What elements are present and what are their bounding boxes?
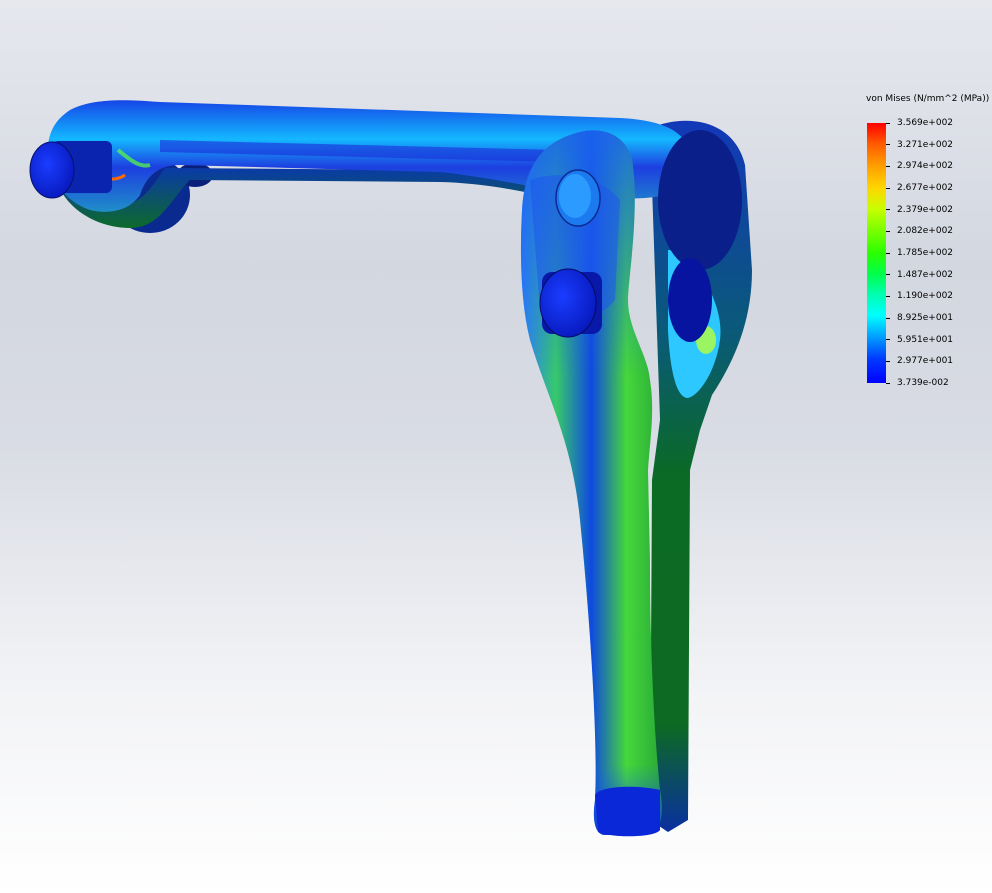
rear-boss xyxy=(658,130,742,270)
legend-tick xyxy=(886,122,890,124)
legend-tick xyxy=(886,144,890,146)
legend-value: 2.677e+002 xyxy=(897,183,954,193)
legend-tick xyxy=(886,252,890,254)
graphics-viewport[interactable]: von Mises (N/mm^2 (MPa)) 3.569e+002 3.271… xyxy=(0,0,992,893)
legend-value: 2.082e+002 xyxy=(897,226,954,237)
left-pin-face xyxy=(29,141,75,199)
stress-legend[interactable]: von Mises (N/mm^2 (MPa)) 3.569e+002 3.271… xyxy=(862,92,990,392)
legend-value: 3.271e+002 xyxy=(897,139,954,150)
legend-value: 3.569e+002 xyxy=(897,118,954,128)
legend-tick xyxy=(886,274,890,276)
legend-tick xyxy=(886,209,890,211)
legend-tick xyxy=(886,295,890,297)
legend-tick xyxy=(886,187,890,189)
stress-plot-model[interactable] xyxy=(0,0,992,893)
legend-tick xyxy=(886,339,890,341)
legend-tick xyxy=(886,165,890,167)
legend-value: 2.379e+002 xyxy=(897,204,954,215)
legend-value: 5.951e+001 xyxy=(897,334,954,345)
legend-value: 8.925e+001 xyxy=(897,313,954,323)
legend-tick xyxy=(886,382,890,384)
legend-value: 2.977e+001 xyxy=(897,356,954,367)
color-scale-bar xyxy=(867,123,886,383)
leg-foot xyxy=(595,786,660,837)
legend-title: von Mises (N/mm^2 (MPa)) xyxy=(866,94,990,104)
legend-value: 2.974e+002 xyxy=(897,161,954,172)
legend-value: 3.739e-002 xyxy=(897,378,949,388)
legend-tick xyxy=(886,360,890,362)
legend-tick xyxy=(886,230,890,232)
legend-value: 1.785e+002 xyxy=(897,248,954,258)
legend-value: 1.190e+002 xyxy=(897,291,954,302)
lower-pin-face xyxy=(539,268,597,338)
legend-tick xyxy=(886,317,890,319)
legend-value: 1.487e+002 xyxy=(897,269,954,280)
